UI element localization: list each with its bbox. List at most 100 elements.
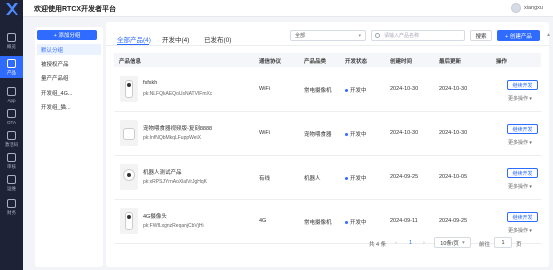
column-header: 产品品类	[304, 59, 327, 65]
rail-item-finance[interactable]: 财务	[0, 196, 23, 218]
dev-status: 开发中	[345, 218, 367, 226]
updated-date: 2024-10-30	[439, 130, 468, 136]
code-icon	[7, 130, 16, 140]
scroll-up-icon[interactable]: ▲	[546, 32, 552, 38]
protocol: 4G	[259, 218, 267, 224]
more-actions-dropdown[interactable]: 更多操作 ▾	[508, 95, 532, 102]
updated-date: 2024-09-25	[439, 218, 468, 224]
finance-icon	[7, 198, 16, 208]
category-item-dev-4g[interactable]: 开发组_4G...	[37, 87, 101, 98]
category-item-mass-production[interactable]: 量产产品组	[37, 72, 101, 83]
page-unit-label: 页	[516, 242, 522, 248]
more-actions-dropdown[interactable]: 更多操作 ▾	[508, 139, 532, 146]
ota-icon	[7, 109, 16, 118]
product-key: pk:xRPSJYrnAoXlalVrJgHqK	[143, 179, 208, 185]
top-bar: 欢迎使用RTCX开发者平台 xiangxu	[23, 0, 553, 17]
status-dot-icon	[345, 221, 348, 225]
updated-date: 2024-10-30	[439, 86, 468, 92]
table-row: 4G摄像头 pk:FWfLxgnzReqanjCbVjHi 4G 常电摄像机 开…	[114, 200, 541, 244]
rail-item-ops[interactable]: 运维	[0, 172, 23, 194]
rail-item-ota[interactable]: OTA	[0, 106, 23, 128]
status-dot-icon	[345, 133, 348, 137]
product-thumbnail	[120, 76, 138, 102]
protocol: WiFi	[259, 130, 270, 136]
avatar[interactable]	[511, 3, 521, 13]
created-date: 2024-09-11	[390, 218, 418, 224]
tab-published[interactable]: 已发布(0)	[204, 34, 231, 44]
rail-item-label: 财务	[7, 209, 16, 215]
column-header: 创建时间	[390, 59, 413, 65]
total-count: 共 4 条	[369, 242, 387, 248]
category-item-authorized[interactable]: 被授权产品	[37, 58, 101, 69]
product-category: 常电摄像机	[304, 88, 332, 94]
protocol: WiFi	[259, 86, 270, 92]
goto-page-input[interactable]: 1	[494, 237, 512, 248]
rail-item-review[interactable]: 审核	[0, 150, 23, 172]
product-name[interactable]: 机器人测试产品	[143, 168, 182, 176]
page-size-select[interactable]: 10条/页 ▾	[434, 237, 471, 248]
prev-page-button[interactable]: ‹	[395, 240, 397, 246]
tab-in-development[interactable]: 开发中(4)	[162, 34, 189, 44]
table-row: 宠物喂食器视频版-复刻8888 pk:InfNQbMkqLFuppWeiX Wi…	[114, 112, 541, 156]
create-product-button[interactable]: + 创建产品	[497, 30, 540, 41]
search-button[interactable]: 搜索	[470, 30, 492, 41]
category-item-dev-cat[interactable]: 开发组_猫...	[37, 101, 101, 112]
status-dot-icon	[345, 89, 348, 93]
dev-status: 开发中	[345, 86, 367, 94]
created-date: 2024-10-30	[390, 86, 419, 92]
column-header: 产品信息	[119, 59, 142, 65]
product-key: pk:InfNQbMkqLFuppWeiX	[143, 135, 201, 141]
column-header: 开发状态	[345, 59, 368, 65]
table-row: 机器人测试产品 pk:xRPSJYrnAoXlalVrJgHqK 有线 机器人 …	[114, 156, 541, 200]
updated-date: 2024-10-05	[439, 174, 468, 180]
rail-item-label: 产品	[7, 69, 16, 75]
product-name[interactable]: 4G摄像头	[143, 212, 167, 220]
username[interactable]: xiangxu	[524, 5, 543, 11]
continue-dev-button[interactable]: 继续开发	[507, 80, 538, 90]
product-name[interactable]: fsfskh	[143, 80, 157, 86]
rtcx-logo-icon[interactable]	[4, 2, 19, 16]
rail-item-label: 运维	[7, 185, 16, 191]
next-page-button[interactable]: ›	[423, 240, 425, 246]
table-header: 产品信息 通信协议 产品品类 开发状态 创建时间 最后更新 操作	[114, 53, 541, 67]
rail-item-overview[interactable]: 概览	[0, 30, 23, 52]
continue-dev-button[interactable]: 继续开发	[507, 124, 538, 134]
product-key: pk:NLFQkAEQoUsNATVIFmXc	[143, 91, 213, 97]
column-header: 通信协议	[259, 59, 282, 65]
dashboard-icon	[7, 32, 16, 42]
created-date: 2024-09-25	[390, 174, 419, 180]
dev-status: 开发中	[345, 174, 367, 182]
protocol: 有线	[259, 176, 271, 182]
product-name[interactable]: 宠物喂食器视频版-复刻8888	[143, 124, 212, 132]
rail-item-product[interactable]: 产品	[0, 56, 23, 78]
column-header: 最后更新	[439, 59, 462, 65]
tab-all-products[interactable]: 全部产品(4)	[117, 34, 151, 44]
search-placeholder: 请输入产品名称	[384, 33, 420, 39]
search-input[interactable]: 请输入产品名称	[371, 30, 465, 41]
review-icon	[7, 152, 16, 162]
category-select[interactable]: 全部 ▾	[290, 30, 366, 41]
page-number-current[interactable]: 1	[409, 240, 412, 246]
goto-label: 前往	[479, 242, 491, 248]
column-header: 操作	[496, 59, 508, 65]
chevron-down-icon: ▾	[358, 33, 361, 39]
product-thumbnail	[120, 164, 138, 190]
tabs-divider	[106, 45, 549, 46]
category-sidebar: + 添加分组 默认分组 被授权产品 量产产品组 开发组_4G... 开发组_猫.…	[35, 27, 103, 267]
more-actions-dropdown[interactable]: 更多操作 ▾	[508, 183, 532, 190]
category-item-default[interactable]: 默认分组	[37, 44, 101, 55]
product-key: pk:FWfLxgnzReqanjCbVjHi	[143, 223, 204, 229]
rail-item-code[interactable]: 激活码	[0, 128, 23, 150]
product-panel: 全部产品(4) 开发中(4) 已发布(0) 全部 ▾ 请输入产品名称 搜索 + …	[106, 22, 549, 267]
status-dot-icon	[345, 177, 348, 181]
created-date: 2024-10-30	[390, 130, 419, 136]
continue-dev-button[interactable]: 继续开发	[507, 168, 538, 178]
add-category-button[interactable]: + 添加分组	[37, 30, 97, 40]
rail-item-label: OTA	[7, 120, 16, 125]
rail-item-app[interactable]: App	[0, 84, 23, 106]
continue-dev-button[interactable]: 继续开发	[507, 212, 538, 222]
left-rail: 概览 产品 App OTA 激活码 审核 运维 财务	[0, 0, 23, 270]
app-icon	[7, 87, 16, 96]
more-actions-dropdown[interactable]: 更多操作 ▾	[508, 227, 532, 234]
product-category: 机器人	[304, 176, 321, 182]
